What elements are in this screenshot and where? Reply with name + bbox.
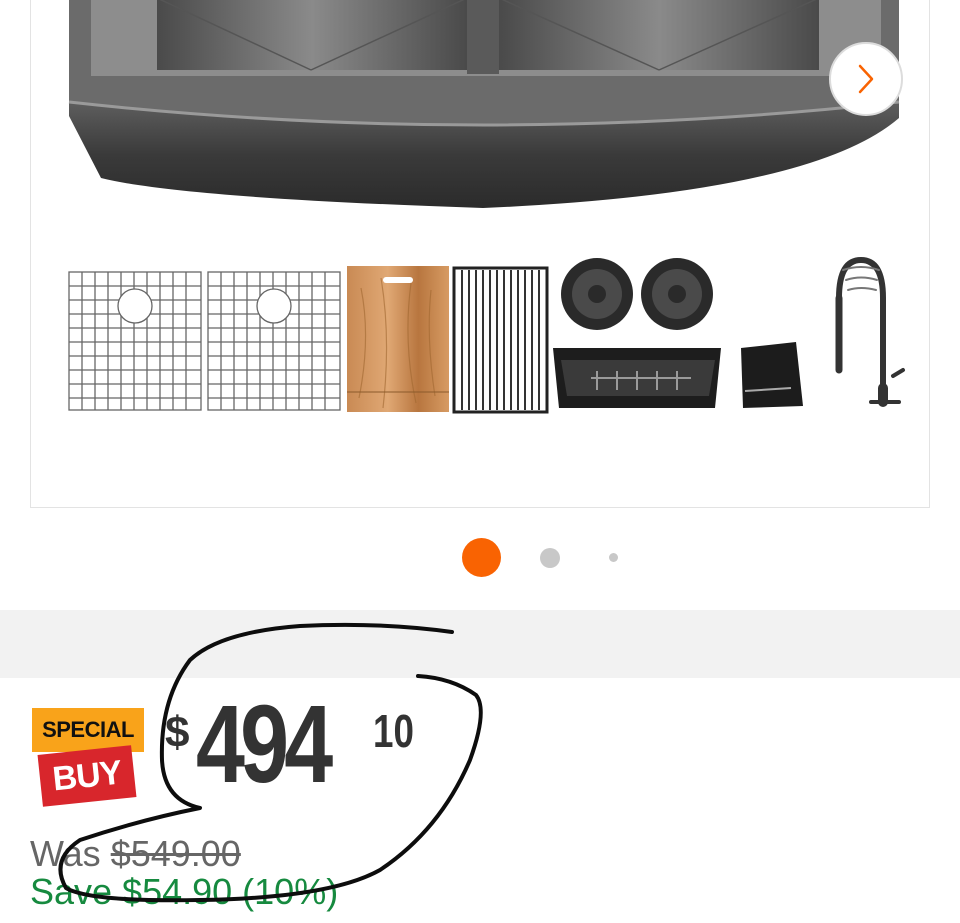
price-cents: 10 (373, 705, 414, 757)
towel (741, 342, 803, 408)
chevron-right-icon (858, 64, 874, 94)
price-dollars: 494 (196, 683, 333, 806)
roll-up-drying-rack (452, 266, 549, 414)
price-currency: $ (165, 708, 190, 757)
pagination-dot-2[interactable] (540, 548, 560, 568)
special-buy-badge-bottom: BUY (37, 745, 137, 807)
pagination-dot-3[interactable] (609, 553, 618, 562)
was-label: Was (30, 833, 101, 874)
section-divider (0, 610, 960, 678)
sink-grid-right (207, 271, 341, 411)
product-image-card (0, 0, 960, 610)
savings-text: Save $54.90 (10%) (30, 871, 339, 912)
sink-grid-left (68, 271, 202, 411)
was-price: Was $549.00 (30, 834, 241, 874)
gallery-pagination (0, 538, 960, 578)
colander (553, 348, 721, 408)
strainers (561, 258, 713, 330)
product-image (68, 0, 905, 414)
was-amount: $549.00 (110, 833, 241, 874)
sink-image (68, 0, 900, 208)
faucet (835, 256, 905, 407)
cutting-board (347, 266, 449, 412)
pagination-dot-1[interactable] (462, 538, 501, 577)
product-image-gallery[interactable] (30, 0, 930, 508)
next-image-button[interactable] (829, 42, 903, 116)
